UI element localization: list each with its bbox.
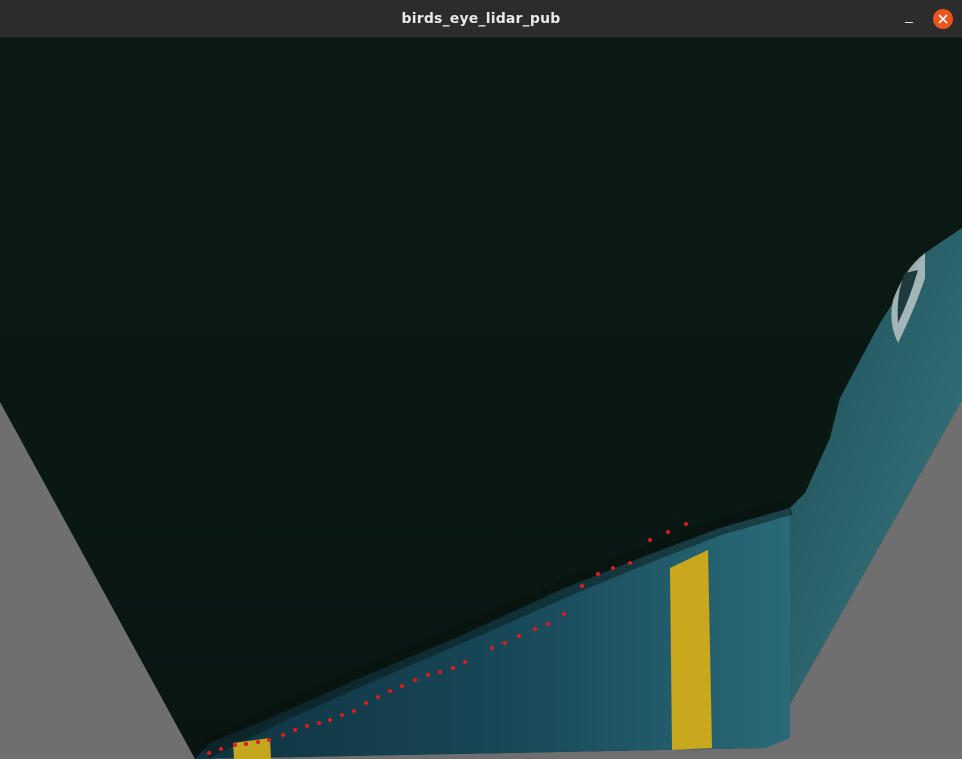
window-title: birds_eye_lidar_pub [401,11,561,27]
birds-eye-image [0,38,962,759]
app-window: birds_eye_lidar_pub [0,0,962,759]
title-bar[interactable]: birds_eye_lidar_pub [0,0,962,38]
close-button[interactable] [933,9,953,29]
minimize-button[interactable] [898,9,920,31]
close-icon [938,14,948,24]
birds-eye-view [0,38,962,759]
minimize-icon [905,22,913,23]
lane-marking [670,550,712,750]
